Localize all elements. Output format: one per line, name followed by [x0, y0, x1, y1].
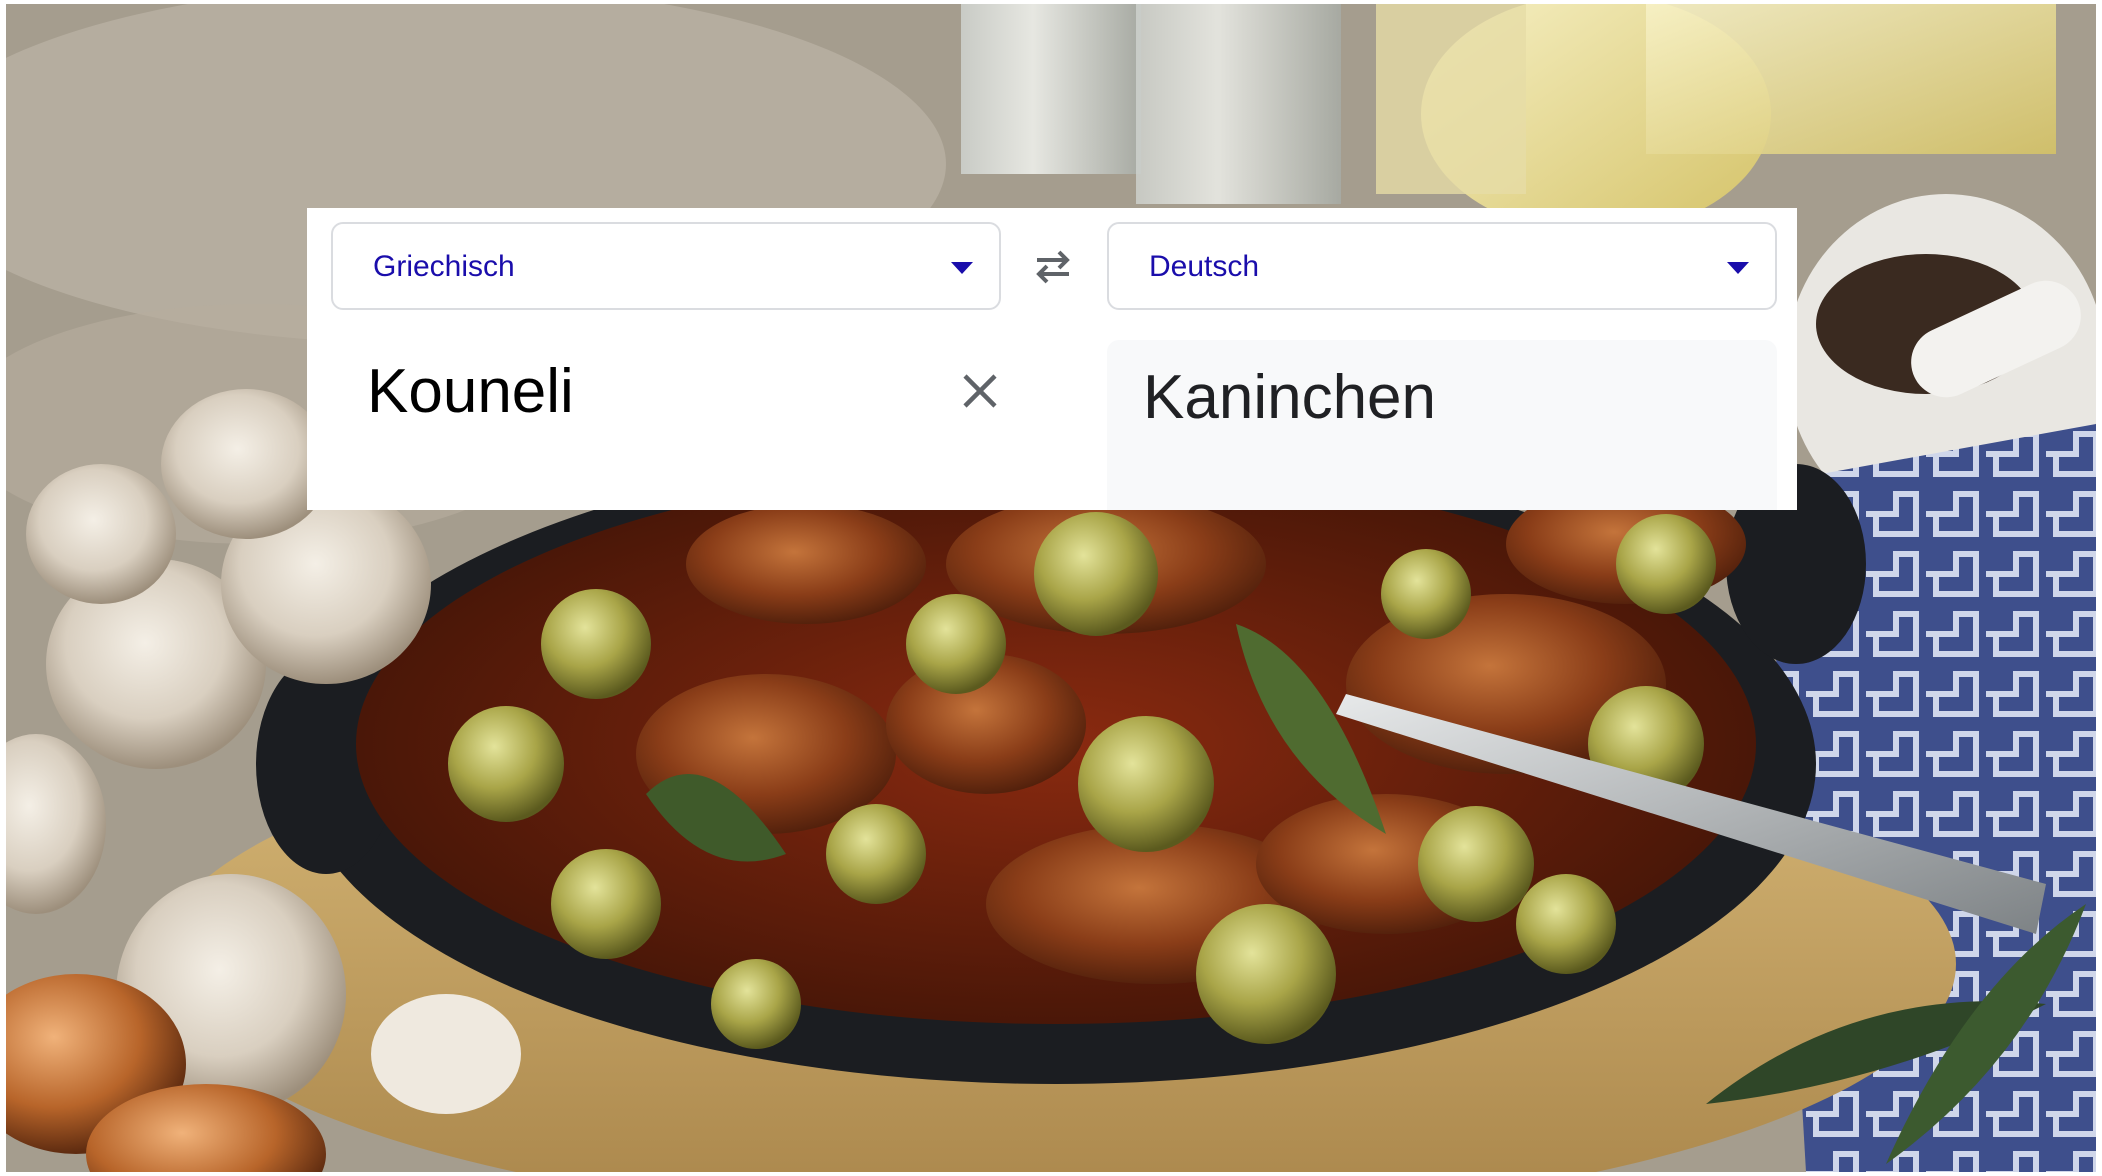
chevron-down-icon — [951, 262, 973, 274]
chevron-down-icon — [1727, 262, 1749, 274]
translated-text: Kaninchen — [1143, 363, 1437, 432]
translation-output-panel: Kaninchen — [1107, 340, 1777, 510]
translator-card: Griechisch Deutsch Kouneli Kaninchen — [307, 208, 1797, 510]
screen: Griechisch Deutsch Kouneli Kaninchen — [0, 0, 2102, 1176]
background-food-photo — [6, 4, 2096, 1172]
close-icon — [963, 374, 997, 408]
target-language-label: Deutsch — [1149, 250, 1260, 283]
source-language-label: Griechisch — [373, 250, 515, 283]
source-text-input[interactable]: Kouneli — [367, 356, 574, 428]
clear-text-button[interactable] — [955, 366, 1005, 416]
target-language-select[interactable]: Deutsch — [1107, 222, 1777, 310]
swap-languages-icon — [1036, 250, 1070, 284]
source-language-select[interactable]: Griechisch — [331, 222, 1001, 310]
swap-languages-button[interactable] — [1025, 238, 1081, 294]
food-scene-illustration — [6, 4, 2096, 1172]
